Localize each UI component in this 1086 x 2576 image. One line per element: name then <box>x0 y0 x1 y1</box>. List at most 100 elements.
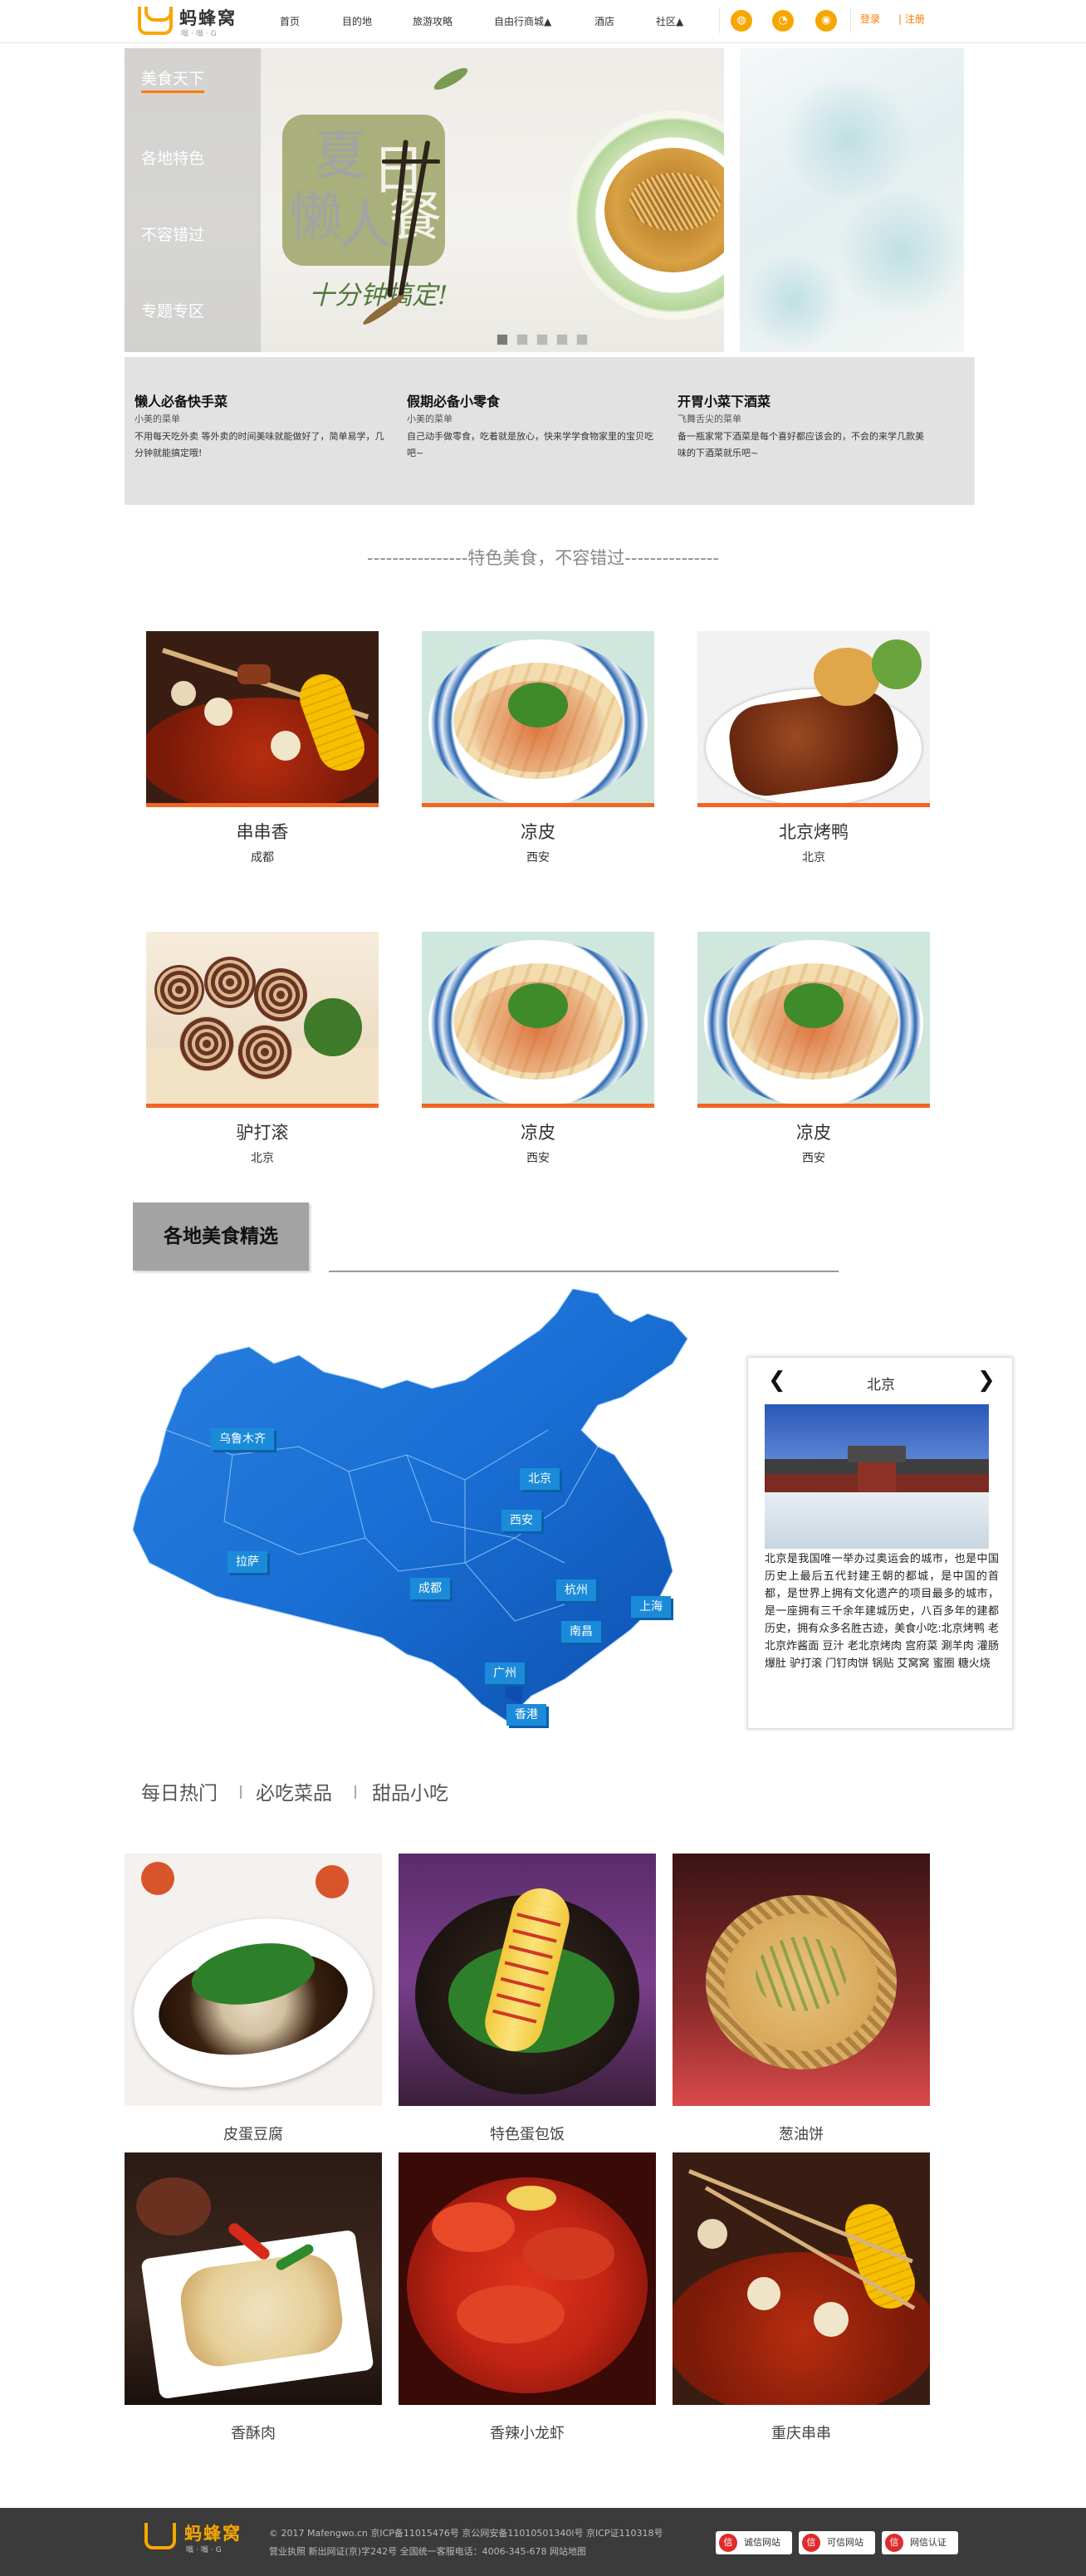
logo-icon[interactable] <box>138 7 173 35</box>
map-city-hangzhou[interactable]: 杭州 <box>556 1579 596 1601</box>
dish-name: 葱油饼 <box>779 2126 824 2143</box>
watercolor-blot <box>773 81 922 198</box>
food-name: 串串香 <box>236 822 289 842</box>
map-city-hongkong[interactable]: 香港 <box>506 1704 546 1726</box>
login-link[interactable]: 登录 <box>860 12 880 26</box>
food-city: 成都 <box>251 851 274 864</box>
carousel-dot[interactable] <box>536 334 548 345</box>
dish-card[interactable]: 特色蛋包饭 <box>399 1854 656 2144</box>
nav-travel-mall[interactable]: 自由行商城▲ <box>494 14 551 28</box>
card-description: 备一瓶家常下酒菜是每个喜好都应该会的，不会的来学几款美味的下酒菜就乐吧~ <box>678 431 924 458</box>
roast-duck-photo <box>697 631 930 807</box>
carousel-dot[interactable] <box>556 334 568 345</box>
watercolor-blot <box>831 189 964 314</box>
certify-icon: 信 <box>885 2534 903 2552</box>
card-subtitle: 飞舞舌尖的菜单 <box>678 414 741 424</box>
header-divider <box>719 8 720 33</box>
next-arrow-icon[interactable]: ❯ <box>977 1368 996 1393</box>
hero-menu-topics[interactable]: 专题专区 <box>141 299 204 321</box>
region-tab[interactable]: 各地美食精选 <box>133 1202 309 1271</box>
badge-label: 网信认证 <box>910 2537 947 2548</box>
tab-separator <box>355 1785 356 1799</box>
map-city-xian[interactable]: 西安 <box>501 1510 541 1531</box>
dish-card[interactable]: 重庆串串 <box>673 2152 930 2443</box>
dish-card[interactable]: 香辣小龙虾 <box>399 2152 656 2443</box>
map-city-shanghai[interactable]: 上海 <box>631 1596 671 1618</box>
card-title[interactable]: 懒人必备快手菜 <box>135 390 227 410</box>
tab-desserts[interactable]: 甜品小吃 <box>372 1777 448 1805</box>
nav-hotel[interactable]: 酒店 <box>594 14 614 28</box>
carousel-dot[interactable] <box>497 334 508 345</box>
footer-copyright: © 2017 Mafengwo.cn 京ICP备11015476号 京公网安备1… <box>269 2528 663 2539</box>
register-link[interactable]: | 注册 <box>898 12 925 26</box>
footer-logo-subtitle: 嗡·嗡·G <box>186 2546 224 2554</box>
hero-menu-regional[interactable]: 各地特色 <box>141 146 204 169</box>
nav-destination[interactable]: 目的地 <box>342 14 372 28</box>
tab-daily-hot[interactable]: 每日热门 <box>141 1777 218 1805</box>
map-city-chengdu[interactable]: 成都 <box>410 1578 450 1599</box>
dish-card[interactable]: 葱油饼 <box>673 1854 930 2144</box>
food-card[interactable]: 驴打滚 北京 <box>146 932 379 1166</box>
weibo-icon[interactable]: ◉ <box>815 10 837 32</box>
city-card-title: 北京 <box>867 1377 895 1393</box>
food-card[interactable]: 凉皮 西安 <box>422 932 654 1166</box>
hero-menu-must-try[interactable]: 不容错过 <box>141 223 204 245</box>
footer-license[interactable]: 营业执照 新出网证(京)字242号 全国统一客服电话：4006-345-678 … <box>269 2544 586 2558</box>
hero-card-panel: 懒人必备快手菜 小美的菜单 不用每天吃外卖 等外卖的时间美味就能做好了，简单易学… <box>125 357 975 505</box>
map-city-beijing[interactable]: 北京 <box>520 1468 560 1490</box>
poster-char: 人 <box>339 195 392 257</box>
hero-menu: 美食天下 各地特色 不容错过 专题专区 <box>125 48 261 352</box>
food-city: 北京 <box>802 851 825 864</box>
dish-card[interactable]: 皮蛋豆腐 <box>125 1854 382 2144</box>
map-city-guangzhou[interactable]: 广州 <box>485 1663 525 1684</box>
food-name: 北京烤鸭 <box>779 822 849 842</box>
food-city: 西安 <box>526 1152 550 1165</box>
wechat-icon[interactable]: ◍ <box>731 10 752 32</box>
dish-name: 重庆串串 <box>771 2425 831 2442</box>
food-card[interactable]: 串串香 成都 <box>146 631 379 865</box>
badge-certified[interactable]: 信 网信认证 <box>882 2531 958 2554</box>
lvdagun-photo <box>146 932 379 1108</box>
food-name: 凉皮 <box>521 1123 555 1143</box>
card-title[interactable]: 开胃小菜下酒菜 <box>678 390 770 410</box>
food-city: 北京 <box>251 1152 274 1165</box>
map-city-lhasa[interactable]: 拉萨 <box>227 1551 267 1573</box>
food-card[interactable]: 凉皮 西安 <box>697 932 930 1166</box>
dish-name: 香辣小龙虾 <box>490 2425 565 2442</box>
map-city-urumqi[interactable]: 乌鲁木齐 <box>211 1428 274 1450</box>
dish-card[interactable]: 香酥肉 <box>125 2152 382 2443</box>
logo-title[interactable]: 蚂蜂窝 <box>179 5 237 30</box>
leaf-icon <box>431 64 471 94</box>
nav-home[interactable]: 首页 <box>280 14 300 28</box>
carousel-dot[interactable] <box>576 334 588 345</box>
food-card[interactable]: 北京烤鸭 北京 <box>697 631 930 865</box>
china-map[interactable]: 乌鲁木齐 拉萨 北京 西安 成都 杭州 上海 南昌 广州 香港 <box>132 1288 704 1737</box>
tab-must-eat[interactable]: 必吃菜品 <box>256 1777 332 1805</box>
map-city-nanchang[interactable]: 南昌 <box>561 1621 601 1643</box>
nav-guides[interactable]: 旅游攻略 <box>413 14 452 28</box>
liangpi-photo <box>422 631 654 807</box>
food-city: 西安 <box>526 851 550 864</box>
food-city: 西安 <box>802 1152 825 1165</box>
badge-label: 诚信网站 <box>744 2537 780 2548</box>
city-photo <box>765 1404 989 1549</box>
qq-icon[interactable]: ◔ <box>772 10 794 32</box>
city-card: ❮ 北京 ❯ 北京是我国唯一举办过奥运会的城市，也是中国历史上最后五代封建王朝的… <box>747 1357 1013 1729</box>
dish-photo-pidan-tofu <box>125 1854 382 2106</box>
card-title[interactable]: 假期必备小零食 <box>407 390 500 410</box>
hero-side-image[interactable] <box>740 48 964 352</box>
food-name: 凉皮 <box>796 1123 831 1143</box>
nav-community[interactable]: 社区▲ <box>656 14 683 28</box>
watercolor-blot <box>740 256 848 347</box>
badge-credible[interactable]: 信 可信网站 <box>799 2531 875 2554</box>
food-card[interactable]: 凉皮 西安 <box>422 631 654 865</box>
footer-logo-icon[interactable] <box>144 2523 176 2549</box>
chopstick-rest <box>382 159 440 164</box>
footer-logo-title[interactable]: 蚂蜂窝 <box>184 2520 242 2545</box>
hero-menu-food[interactable]: 美食天下 <box>141 66 205 93</box>
dish-name: 特色蛋包饭 <box>490 2126 565 2143</box>
badge-trusted[interactable]: 信 诚信网站 <box>716 2531 792 2554</box>
card-subtitle: 小美的菜单 <box>135 414 180 424</box>
card-subtitle: 小美的菜单 <box>407 414 452 424</box>
carousel-dot[interactable] <box>516 334 528 345</box>
